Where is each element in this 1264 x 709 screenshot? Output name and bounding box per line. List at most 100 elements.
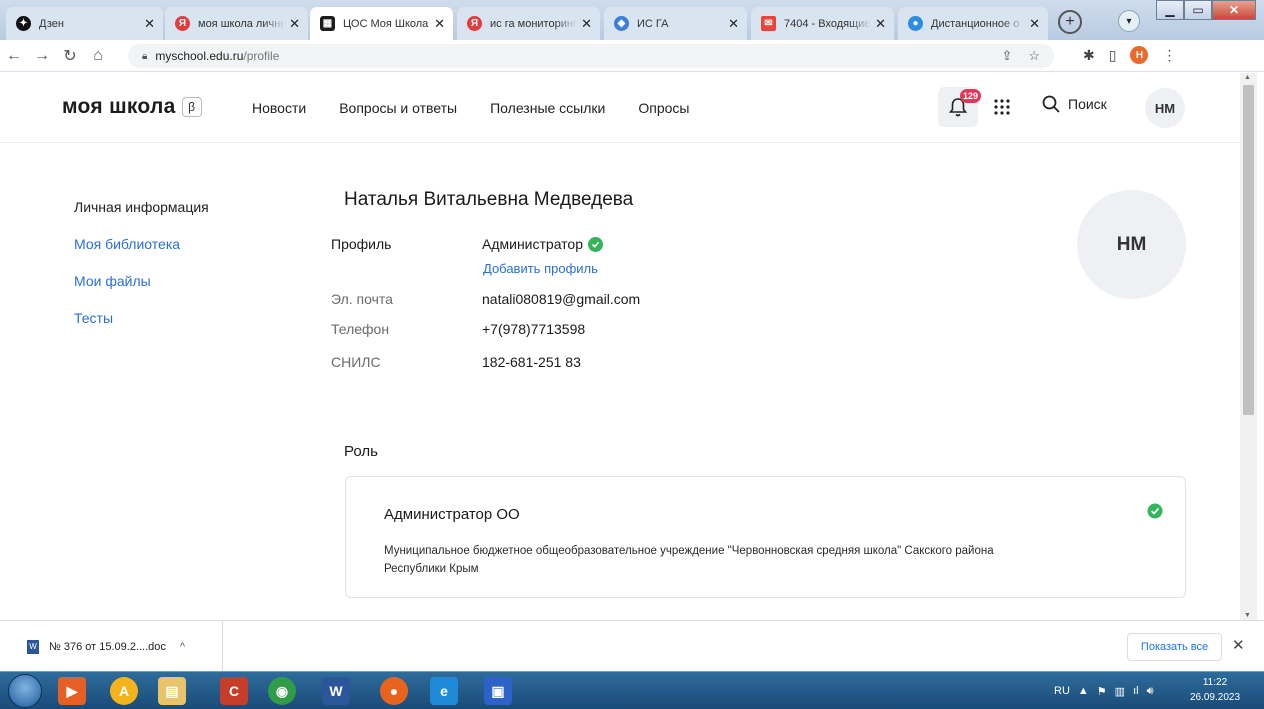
clock-time: 11:22 — [1202, 677, 1228, 688]
ccleaner-icon[interactable]: C — [220, 677, 248, 705]
save-disk-icon[interactable]: ▣ — [484, 677, 512, 705]
download-item[interactable]: W № 376 от 15.09.2....doc ^ — [0, 621, 223, 672]
clock-date: 26.09.2023 — [1189, 692, 1241, 703]
tab-distance[interactable]: ● Дистанционное о ✕ — [898, 7, 1048, 40]
beta-badge: β — [181, 97, 202, 117]
signal-icon[interactable]: ıl — [1133, 685, 1139, 697]
close-icon[interactable]: ✕ — [728, 16, 739, 32]
profile-value: Администратор — [482, 236, 604, 252]
tab-title: моя школа личный — [198, 17, 286, 30]
close-download-bar-icon[interactable]: ✕ — [1232, 636, 1245, 654]
profile-label: Профиль — [331, 236, 392, 252]
email-value: natali080819@gmail.com — [482, 291, 641, 307]
page-scrollbar[interactable]: ▲ ▼ — [1240, 73, 1257, 620]
chrome-icon[interactable]: ◉ — [268, 677, 296, 705]
snils-label: СНИЛС — [331, 354, 381, 370]
maximize-button[interactable]: ▭ — [1184, 0, 1212, 20]
tab-isga[interactable]: ◆ ИС ГА ✕ — [604, 7, 747, 40]
tab-title: ИС ГА — [637, 17, 669, 30]
scroll-up-icon[interactable]: ▲ — [1244, 74, 1251, 81]
tab-myschool[interactable]: ▦ ЦОС Моя Школа ✕ — [310, 7, 453, 40]
yandex-icon: Я — [175, 16, 190, 31]
volume-icon[interactable]: 🔊︎ — [1147, 685, 1154, 698]
tray-expand-icon[interactable]: ▲ — [1078, 685, 1089, 697]
menu-my-files[interactable]: Мои файлы — [74, 273, 209, 310]
chevron-up-icon[interactable]: ^ — [180, 641, 185, 653]
back-icon[interactable]: ← — [0, 47, 28, 65]
close-window-button[interactable]: ✕ — [1212, 0, 1256, 20]
firefox-icon[interactable]: ● — [380, 677, 408, 705]
tab-title: ЦОС Моя Школа — [343, 17, 429, 30]
main-nav: Новости Вопросы и ответы Полезные ссылки… — [252, 100, 722, 116]
forward-icon[interactable]: → — [28, 47, 56, 65]
scrollbar-thumb[interactable] — [1243, 85, 1254, 415]
url-bar[interactable]: 🔒︎ myschool.edu.ru/profile ⇪ ☆ — [128, 44, 1054, 68]
tab-dzen[interactable]: ✦ Дзен ✕ — [6, 7, 163, 40]
browser-menu-icon[interactable]: ⋮ — [1162, 47, 1176, 64]
verified-check-icon — [588, 236, 604, 252]
minimize-button[interactable]: ▁ — [1156, 0, 1184, 20]
download-file-name: № 376 от 15.09.2....doc — [49, 640, 166, 653]
media-player-icon[interactable]: ▶ — [58, 677, 86, 705]
notifications-button[interactable]: 129 — [938, 87, 982, 127]
dzen-icon: ✦ — [16, 16, 31, 31]
page-viewport: моя школа β Новости Вопросы и ответы Пол… — [0, 73, 1240, 620]
nav-useful-links[interactable]: Полезные ссылки — [490, 100, 605, 116]
menu-my-library[interactable]: Моя библиотека — [74, 236, 209, 273]
close-icon[interactable]: ✕ — [434, 16, 445, 32]
start-button[interactable] — [8, 674, 42, 708]
nav-faq[interactable]: Вопросы и ответы — [339, 100, 457, 116]
distance-icon: ● — [908, 16, 923, 31]
close-icon[interactable]: ✕ — [144, 16, 155, 32]
language-indicator[interactable]: RU — [1054, 685, 1070, 697]
word-document-icon: W — [27, 639, 39, 654]
tab-search-button[interactable]: ▾ — [1118, 10, 1140, 32]
show-all-downloads-button[interactable]: Показать все — [1127, 633, 1222, 661]
close-icon[interactable]: ✕ — [875, 16, 886, 32]
nav-polls[interactable]: Опросы — [638, 100, 689, 116]
bookmark-star-icon[interactable]: ☆ — [1028, 48, 1040, 64]
profile-role-text: Администратор — [482, 236, 584, 252]
home-icon[interactable]: ⌂ — [84, 47, 112, 65]
file-explorer-icon[interactable]: ▤ — [158, 677, 186, 705]
search-label: Поиск — [1068, 96, 1107, 112]
myschool-icon: ▦ — [320, 16, 335, 31]
site-logo[interactable]: моя школа β — [62, 95, 202, 119]
browser-tab-strip: ✦ Дзен ✕ Я моя школа личный ✕ ▦ ЦОС Моя … — [0, 0, 1264, 40]
network-icon[interactable]: ▥ — [1115, 685, 1125, 698]
window-controls: ▁ ▭ ✕ — [1156, 0, 1256, 20]
menu-tests[interactable]: Тесты — [74, 310, 209, 347]
extensions-icon[interactable]: ✱ — [1083, 47, 1095, 64]
tab-title: Дистанционное о — [931, 17, 1020, 30]
tab-moya-shkola-search[interactable]: Я моя школа личный ✕ — [165, 7, 308, 40]
profile-avatar-large: НМ — [1077, 190, 1186, 299]
tab-isga-monitoring[interactable]: Я ис га мониторинг ✕ — [457, 7, 600, 40]
menu-personal-info[interactable]: Личная информация — [74, 199, 209, 236]
phone-label: Телефон — [331, 321, 390, 337]
search-button[interactable]: Поиск — [1042, 95, 1107, 113]
header-avatar[interactable]: НМ — [1145, 88, 1185, 128]
profile-avatar[interactable]: Н — [1130, 46, 1149, 64]
share-icon[interactable]: ⇪ — [1001, 48, 1012, 64]
close-icon[interactable]: ✕ — [1029, 16, 1040, 32]
close-icon[interactable]: ✕ — [581, 16, 592, 32]
apps-grid-button[interactable] — [990, 95, 1014, 119]
add-profile-link[interactable]: Добавить профиль — [483, 261, 598, 276]
scroll-down-icon[interactable]: ▼ — [1244, 612, 1251, 619]
isga-icon: ◆ — [614, 16, 629, 31]
word-icon[interactable]: W — [322, 677, 350, 705]
url-host: myschool.edu.ru — [155, 49, 244, 63]
address-toolbar: ← → ↻ ⌂ 🔒︎ myschool.edu.ru/profile ⇪ ☆ ✱… — [0, 40, 1264, 72]
search-icon — [1042, 95, 1060, 113]
tab-title: 7404 - Входящие — [784, 17, 871, 30]
app-a-icon[interactable]: A — [110, 677, 138, 705]
tab-mail[interactable]: ✉ 7404 - Входящие ✕ — [751, 7, 894, 40]
nav-news[interactable]: Новости — [252, 100, 306, 116]
action-center-icon[interactable]: ⚑ — [1097, 685, 1107, 698]
system-clock[interactable]: 11:22 26.09.2023 — [1180, 675, 1250, 705]
reload-icon[interactable]: ↻ — [56, 46, 84, 66]
close-icon[interactable]: ✕ — [289, 16, 300, 32]
side-panel-icon[interactable]: ▯ — [1109, 47, 1117, 64]
new-tab-button[interactable]: + — [1058, 10, 1082, 34]
internet-explorer-icon[interactable]: e — [430, 677, 458, 705]
